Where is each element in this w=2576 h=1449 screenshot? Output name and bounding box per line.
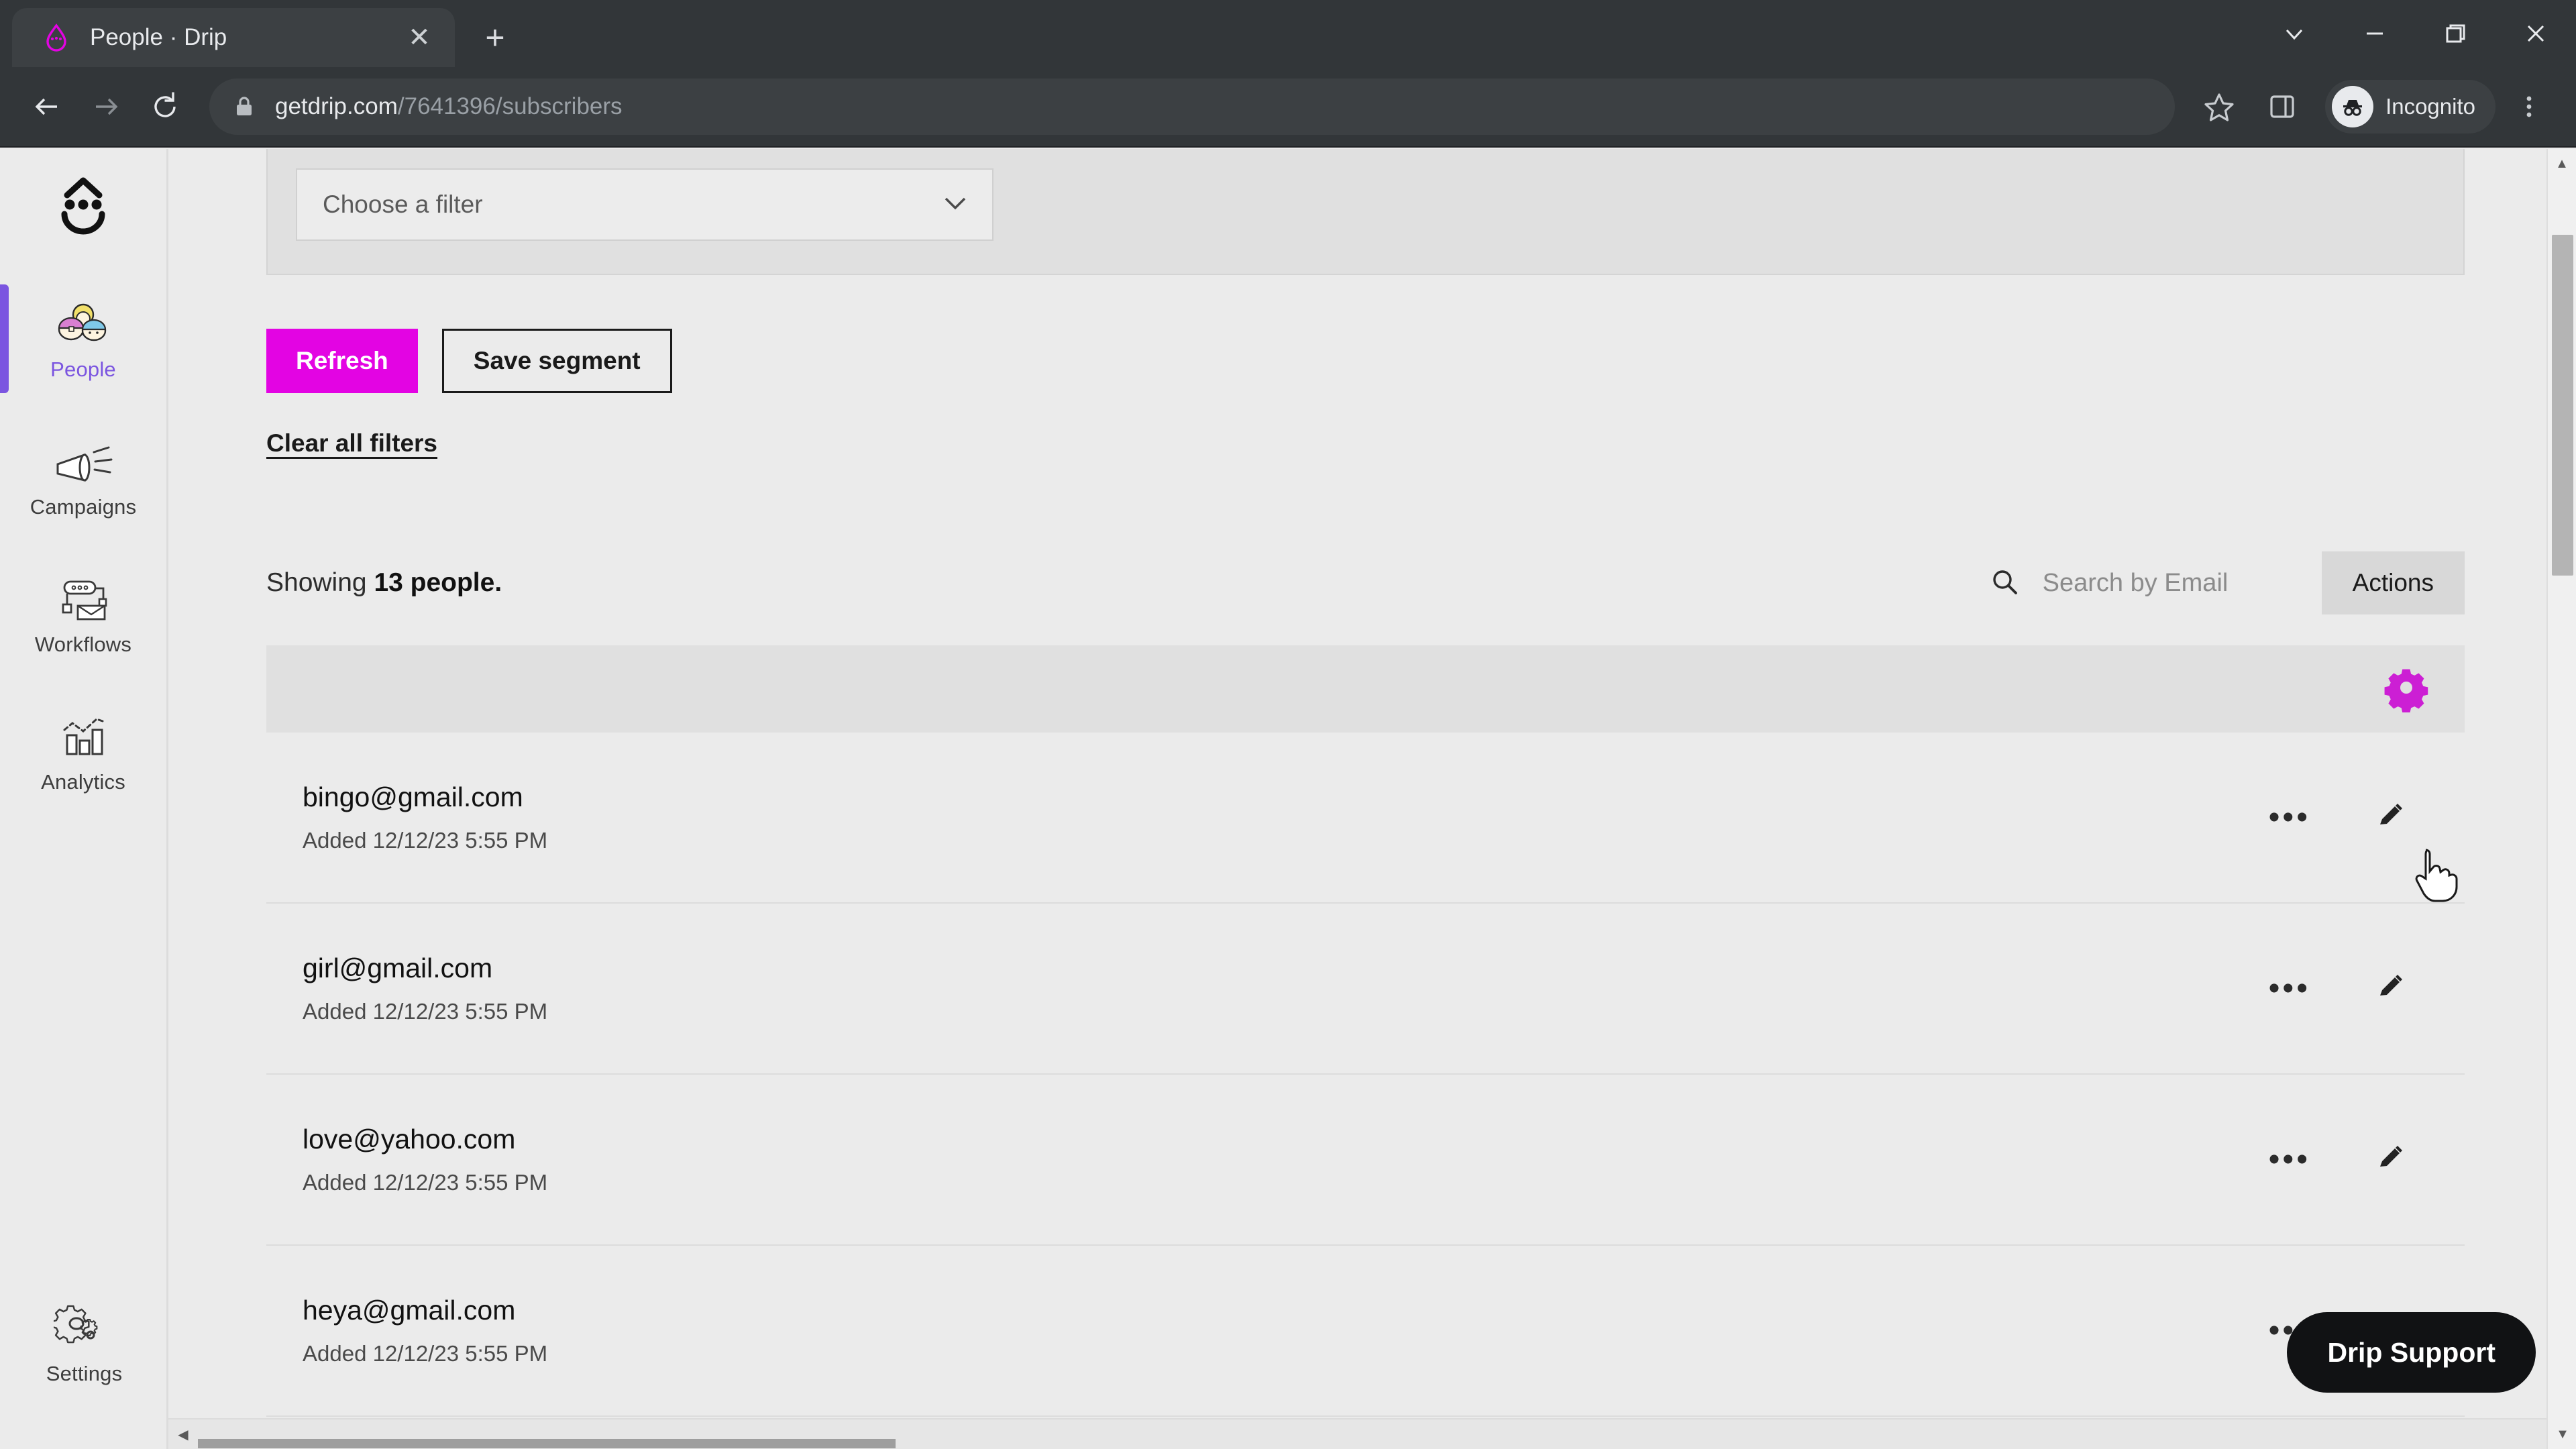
list-header: Showing 13 people. Actions (266, 551, 2465, 614)
sidebar-item-label: Campaigns (30, 494, 137, 519)
row-email: heya@gmail.com (303, 1295, 516, 1326)
tab-title: People · Drip (90, 24, 227, 50)
megaphone-icon (52, 433, 114, 486)
pencil-icon[interactable] (2375, 800, 2406, 835)
save-segment-button[interactable]: Save segment (441, 329, 672, 393)
browser-tab[interactable]: People · Drip ✕ (12, 8, 455, 67)
workflow-icon (52, 571, 114, 623)
caret-left-icon[interactable]: ◀ (168, 1426, 198, 1443)
url-path: /7641396/subscribers (397, 93, 623, 119)
url-text: getdrip.com/7641396/subscribers (275, 93, 623, 120)
incognito-icon (2332, 86, 2374, 127)
sidebar-item-label: Workflows (34, 632, 132, 656)
sidebar-item-label: People (50, 357, 116, 381)
close-icon[interactable]: ✕ (401, 19, 437, 56)
search-group (1989, 566, 2291, 600)
table-row[interactable]: heya@gmail.com Added 12/12/23 5:55 PM ••… (266, 1246, 2465, 1417)
reload-icon[interactable] (136, 77, 195, 136)
caret-up-icon[interactable]: ▲ (2548, 149, 2576, 178)
url-domain: getdrip.com (275, 93, 398, 119)
window-controls (2254, 0, 2576, 67)
ellipsis-icon[interactable]: ••• (2269, 801, 2310, 833)
sidebar-item-workflows[interactable]: Workflows (0, 545, 166, 682)
row-added-date: Added 12/12/23 5:55 PM (303, 1170, 548, 1195)
sidebar-item-people[interactable]: People (0, 270, 166, 407)
table-row[interactable]: love@yahoo.com Added 12/12/23 5:55 PM ••… (266, 1075, 2465, 1246)
caret-down-icon[interactable]: ▼ (2548, 1419, 2576, 1449)
address-bar[interactable]: getdrip.com/7641396/subscribers (209, 78, 2176, 135)
side-panel-icon[interactable] (2253, 77, 2312, 136)
gear-icon (53, 1300, 115, 1352)
sidebar-item-campaigns[interactable]: Campaigns (0, 407, 166, 545)
sidebar-item-settings[interactable]: Settings (0, 1274, 168, 1411)
choose-filter-placeholder: Choose a filter (323, 191, 483, 218)
sidebar-item-label: Settings (46, 1361, 123, 1385)
vertical-scrollbar-thumb[interactable] (2552, 235, 2573, 576)
pencil-icon[interactable] (2375, 971, 2406, 1006)
chevron-down-icon (940, 193, 971, 217)
maximize-button[interactable] (2415, 0, 2496, 67)
star-icon[interactable] (2190, 77, 2249, 136)
showing-prefix: Showing (266, 568, 374, 597)
horizontal-scrollbar-track[interactable] (198, 1419, 2546, 1449)
plus-icon[interactable]: + (471, 13, 519, 62)
kebab-menu-icon[interactable] (2500, 77, 2559, 136)
table-row[interactable]: girl@gmail.com Added 12/12/23 5:55 PM ••… (266, 904, 2465, 1075)
lock-icon (232, 95, 256, 119)
people-icon (52, 296, 114, 348)
page-viewport: People Campaigns Workflows Analytics Set… (0, 149, 2576, 1449)
filter-actions: Refresh Save segment (266, 329, 2576, 393)
row-added-date: Added 12/12/23 5:55 PM (303, 999, 548, 1024)
bar-chart-icon (52, 708, 114, 761)
tab-search-button[interactable] (2254, 0, 2334, 67)
horizontal-scrollbar[interactable]: ◀ (168, 1418, 2546, 1449)
row-added-date: Added 12/12/23 5:55 PM (303, 828, 548, 853)
filter-panel: Choose a filter (266, 149, 2465, 275)
arrow-left-icon[interactable] (17, 77, 76, 136)
app-sidebar: People Campaigns Workflows Analytics Set… (0, 149, 168, 1449)
pencil-icon[interactable] (2375, 1142, 2406, 1177)
close-window-button[interactable] (2496, 0, 2576, 67)
table-header-row (266, 645, 2465, 733)
main-content: Choose a filter Refresh Save segment Cle… (168, 149, 2576, 1449)
row-email: girl@gmail.com (303, 953, 493, 983)
table-row[interactable]: bingo@gmail.com Added 12/12/23 5:55 PM •… (266, 733, 2465, 904)
profile-chip[interactable]: Incognito (2325, 80, 2496, 133)
actions-button[interactable]: Actions (2321, 551, 2465, 614)
vertical-scrollbar[interactable]: ▲ ▼ (2546, 149, 2576, 1449)
refresh-button[interactable]: Refresh (266, 329, 418, 393)
ellipsis-icon[interactable]: ••• (2269, 972, 2310, 1004)
showing-count: 13 people. (374, 568, 502, 597)
clear-all-filters-link[interactable]: Clear all filters (266, 429, 437, 458)
arrow-right-icon (76, 77, 136, 136)
row-email: bingo@gmail.com (303, 782, 523, 812)
choose-filter-select[interactable]: Choose a filter (296, 168, 994, 241)
drip-smiley-logo[interactable] (0, 149, 166, 270)
toolbar-right-actions: Incognito (2190, 77, 2559, 136)
search-input[interactable] (2042, 568, 2291, 598)
row-email: love@yahoo.com (303, 1124, 516, 1155)
browser-toolbar: getdrip.com/7641396/subscribers Incognit… (0, 67, 2576, 148)
row-added-date: Added 12/12/23 5:55 PM (303, 1341, 548, 1366)
drip-logo-icon (42, 23, 71, 52)
profile-label: Incognito (2385, 94, 2475, 119)
column-settings-gear-icon[interactable] (2384, 665, 2431, 713)
sidebar-item-label: Analytics (41, 769, 125, 794)
browser-window: People · Drip ✕ + getdrip.com/7641396/su… (0, 0, 2576, 1449)
search-icon[interactable] (1989, 566, 2020, 600)
tab-strip: People · Drip ✕ + (0, 0, 2576, 67)
drip-support-button[interactable]: Drip Support (2287, 1312, 2536, 1393)
list-header-actions: Actions (1989, 551, 2465, 614)
minimize-button[interactable] (2334, 0, 2415, 67)
horizontal-scrollbar-thumb[interactable] (198, 1439, 896, 1448)
showing-count-text: Showing 13 people. (266, 568, 502, 598)
subscribers-table: bingo@gmail.com Added 12/12/23 5:55 PM •… (266, 645, 2465, 1417)
ellipsis-icon[interactable]: ••• (2269, 1143, 2310, 1175)
sidebar-item-analytics[interactable]: Analytics (0, 682, 166, 820)
